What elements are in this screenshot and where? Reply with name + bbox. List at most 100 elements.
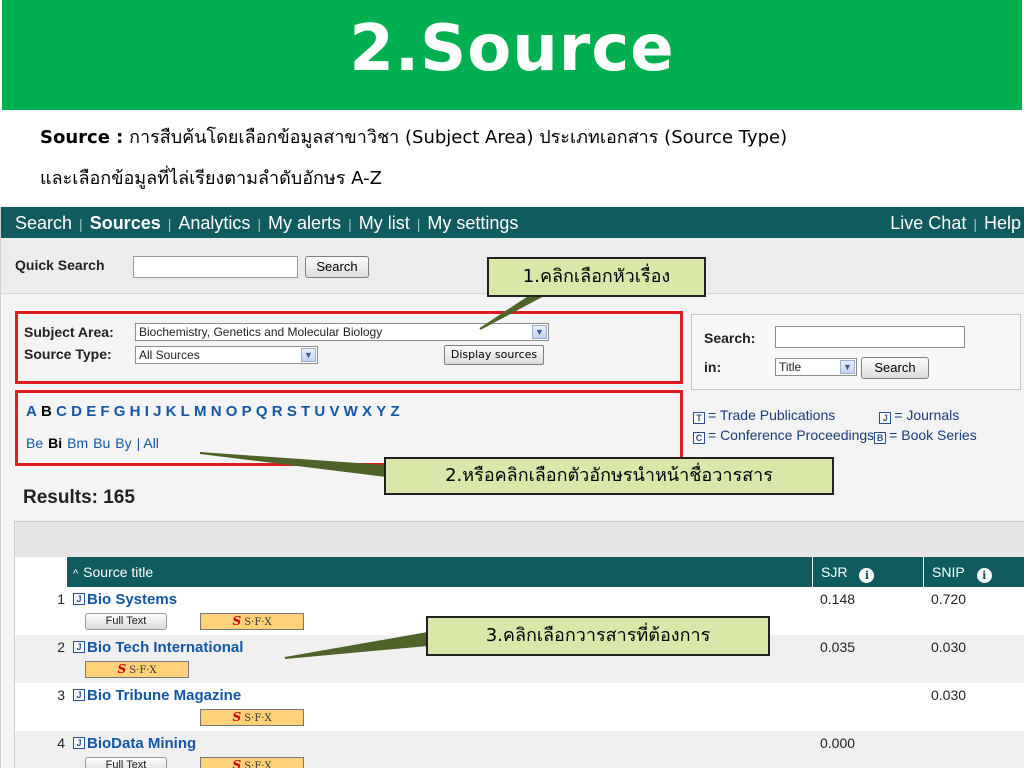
desc-line1-text: การสืบค้นโดยเลือกข้อมูลสาขาวิชา (Subject…: [123, 127, 788, 148]
source-title-link[interactable]: Bio Systems: [87, 591, 177, 608]
source-type-value: All Sources: [139, 348, 200, 362]
alpha-letter-p[interactable]: P: [242, 403, 253, 420]
alpha-letter-g[interactable]: G: [114, 403, 127, 420]
search-in-select[interactable]: Title ▼: [775, 358, 857, 376]
nav-search[interactable]: Search: [15, 213, 72, 233]
alpha-letter-k[interactable]: K: [166, 403, 178, 420]
alpha-sub-bi[interactable]: Bi: [48, 435, 62, 451]
row-number: 2: [57, 639, 65, 655]
alpha-letter-e[interactable]: E: [86, 403, 97, 420]
info-icon[interactable]: i: [859, 568, 875, 583]
alpha-letter-o[interactable]: O: [226, 403, 239, 420]
alpha-letter-u[interactable]: U: [314, 403, 326, 420]
nav-sources[interactable]: Sources: [90, 213, 161, 233]
alpha-letter-l[interactable]: L: [181, 403, 191, 420]
sfx-label: S·F·X: [129, 665, 157, 676]
table-header: ^ Source title SJR i SNIP i: [67, 557, 1024, 587]
snip-value: 0.720: [931, 591, 967, 607]
legend-conference: = Conference Proceedings: [708, 427, 875, 443]
alpha-sub-bu[interactable]: Bu: [93, 435, 110, 451]
col-snip-label: SNIP: [932, 564, 965, 580]
sfx-label: S·F·X: [244, 761, 272, 768]
callout-1: 1.คลิกเลือกหัวเรื่อง: [487, 257, 706, 297]
subject-filter-highlight: Subject Area: Biochemistry, Genetics and…: [15, 311, 683, 384]
nav-help[interactable]: Help: [984, 213, 1021, 233]
alpha-letter-m[interactable]: M: [194, 403, 208, 420]
journal-icon: J: [73, 641, 85, 653]
alpha-all-link[interactable]: All: [143, 435, 159, 451]
alpha-letter-s[interactable]: S: [287, 403, 298, 420]
sfx-icon: S: [232, 710, 242, 724]
desc-label: Source :: [40, 127, 124, 148]
sfx-icon: S: [117, 662, 127, 676]
sort-icon: ^: [73, 568, 79, 580]
alpha-letter-c[interactable]: C: [56, 403, 68, 420]
sfx-button[interactable]: S S·F·X: [200, 613, 304, 630]
alpha-letter-i[interactable]: I: [145, 403, 150, 420]
source-title-link[interactable]: BioData Mining: [87, 735, 196, 752]
alpha-sub-be[interactable]: Be: [26, 435, 43, 451]
snip-value: 0.030: [931, 639, 967, 655]
alpha-letter-y[interactable]: Y: [376, 403, 387, 420]
alphabet-letters: ABCDEFGHIJKLMNOPQRSTUVWXYZ: [26, 403, 404, 420]
alpha-letter-v[interactable]: V: [329, 403, 340, 420]
alpha-letter-x[interactable]: X: [362, 403, 373, 420]
alpha-sub-bm[interactable]: Bm: [67, 435, 88, 451]
display-sources-button[interactable]: Display sources: [444, 345, 544, 365]
slide-title-bar: 2.Source: [2, 0, 1022, 110]
source-title-link[interactable]: Bio Tribune Magazine: [87, 687, 241, 704]
alpha-sub-by[interactable]: By: [115, 435, 131, 451]
nav-live-chat[interactable]: Live Chat: [890, 213, 966, 233]
nav-my-list[interactable]: My list: [359, 213, 410, 233]
sjr-value: 0.035: [820, 639, 856, 655]
journal-icon: J: [73, 593, 85, 605]
sfx-button[interactable]: S S·F·X: [85, 661, 189, 678]
alpha-letter-w[interactable]: W: [344, 403, 359, 420]
nav-my-alerts[interactable]: My alerts: [268, 213, 341, 233]
sfx-icon: S: [232, 758, 242, 768]
source-type-select[interactable]: All Sources ▼: [135, 346, 318, 364]
alpha-letter-a[interactable]: A: [26, 403, 38, 420]
full-text-button[interactable]: Full Text: [85, 757, 167, 768]
trade-publication-icon: T: [693, 412, 705, 424]
quick-search-button[interactable]: Search: [305, 256, 369, 278]
alpha-letter-j[interactable]: J: [153, 403, 163, 420]
alpha-letter-q[interactable]: Q: [256, 403, 269, 420]
conference-icon: C: [693, 432, 705, 444]
legend-journals: = Journals: [894, 407, 960, 423]
col-source-title[interactable]: ^ Source title: [73, 564, 153, 580]
subject-area-select[interactable]: Biochemistry, Genetics and Molecular Bio…: [135, 323, 549, 341]
search-label: Search:: [704, 330, 756, 346]
source-search-button[interactable]: Search: [861, 357, 929, 379]
alpha-letter-h[interactable]: H: [130, 403, 142, 420]
source-title-link[interactable]: Bio Tech International: [87, 639, 243, 656]
chevron-down-icon: ▼: [301, 348, 316, 362]
source-search-input[interactable]: [775, 326, 965, 348]
slide-title: 2.Source: [349, 12, 675, 86]
row-number: 3: [57, 687, 65, 703]
quick-search-input[interactable]: [133, 256, 298, 278]
nav-my-settings[interactable]: My settings: [427, 213, 518, 233]
source-type-legend: T = Trade Publications J = Journals C = Conf…: [693, 407, 977, 447]
sfx-icon: S: [232, 614, 242, 628]
sfx-button[interactable]: S S·F·X: [200, 757, 304, 768]
table-row: 3 J Bio Tribune Magazine S S·F·X 0.030: [15, 683, 1024, 731]
source-type-label: Source Type:: [24, 346, 112, 362]
col-sjr[interactable]: SJR i: [812, 557, 923, 587]
nav-analytics[interactable]: Analytics: [178, 213, 250, 233]
alpha-letter-z[interactable]: Z: [390, 403, 400, 420]
alpha-letter-d[interactable]: D: [71, 403, 83, 420]
alpha-letter-f[interactable]: F: [100, 403, 110, 420]
alpha-letter-t[interactable]: T: [301, 403, 311, 420]
journal-icon: J: [73, 689, 85, 701]
full-text-button[interactable]: Full Text: [85, 613, 167, 630]
legend-trade: = Trade Publications: [708, 407, 836, 423]
alpha-letter-n[interactable]: N: [211, 403, 223, 420]
in-label: in:: [704, 359, 722, 375]
alpha-letter-r[interactable]: R: [272, 403, 284, 420]
info-icon[interactable]: i: [976, 568, 992, 583]
alpha-letter-b[interactable]: B: [41, 403, 53, 420]
col-snip[interactable]: SNIP i: [923, 557, 1024, 587]
snip-value: 0.030: [931, 687, 967, 703]
sfx-button[interactable]: S S·F·X: [200, 709, 304, 726]
